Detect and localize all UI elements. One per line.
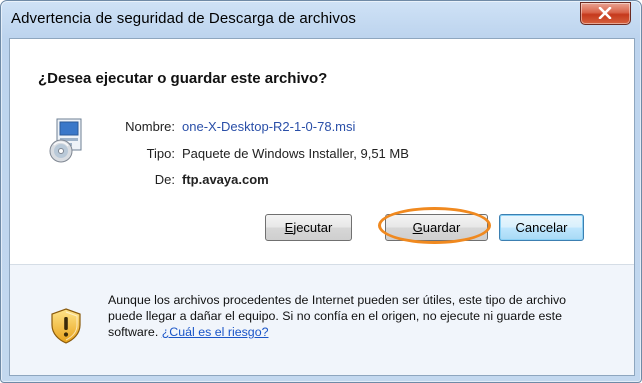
from-label: De: bbox=[154, 172, 175, 187]
close-icon bbox=[598, 7, 612, 19]
close-button[interactable] bbox=[580, 2, 631, 25]
save-button[interactable]: Guardar bbox=[385, 214, 488, 241]
security-warning-message: Aunque los archivos procedentes de Inter… bbox=[108, 292, 578, 340]
run-button[interactable]: Ejecutar bbox=[265, 214, 352, 241]
dialog-content: ¿Desea ejecutar o guardar este archivo? … bbox=[9, 38, 635, 376]
run-button-label: jecutar bbox=[293, 220, 333, 235]
risk-info-link[interactable]: ¿Cuál es el riesgo? bbox=[162, 325, 269, 339]
cancel-button[interactable]: Cancelar bbox=[499, 214, 584, 241]
run-button-accel: E bbox=[284, 220, 294, 235]
name-label: Nombre: bbox=[125, 119, 175, 134]
save-button-label: uardar bbox=[422, 220, 461, 235]
download-security-dialog: Advertencia de seguridad de Descarga de … bbox=[0, 0, 642, 383]
file-type-value: Paquete de Windows Installer, 9,51 MB bbox=[182, 146, 409, 161]
security-warning-shield-icon bbox=[51, 308, 81, 344]
file-name-value: one-X-Desktop-R2-1-0-78.msi bbox=[182, 119, 356, 134]
source-value: ftp.avaya.com bbox=[182, 172, 269, 187]
title-bar[interactable]: Advertencia de seguridad de Descarga de … bbox=[1, 1, 641, 37]
installer-package-icon bbox=[49, 118, 82, 163]
dialog-question: ¿Desea ejecutar o guardar este archivo? bbox=[38, 70, 328, 87]
type-label: Tipo: bbox=[146, 146, 175, 161]
window-title: Advertencia de seguridad de Descarga de … bbox=[11, 10, 357, 27]
save-button-accel: G bbox=[412, 220, 423, 235]
